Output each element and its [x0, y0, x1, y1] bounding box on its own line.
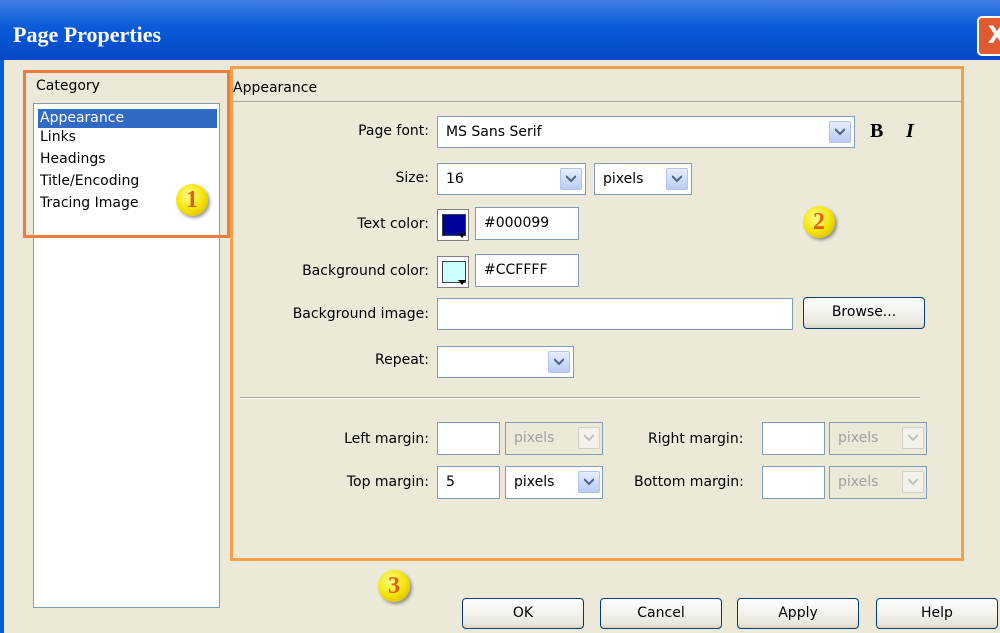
margins-separator	[240, 397, 920, 399]
chevron-down-icon	[908, 478, 918, 486]
chevron-down-icon	[584, 478, 594, 486]
background-color-input[interactable]: #CCFFFF	[475, 254, 579, 287]
page-font-dropdown-button[interactable]	[829, 121, 851, 143]
text-color-label: Text color:	[357, 216, 429, 232]
callout-badge-2: 2	[803, 206, 835, 238]
chevron-down-icon	[554, 358, 564, 366]
swatch-arrow-icon	[458, 233, 466, 238]
page-font-select[interactable]: MS Sans Serif	[437, 116, 855, 148]
background-image-input[interactable]	[437, 298, 793, 330]
close-button[interactable]: X	[977, 16, 1000, 56]
text-color-input[interactable]: #000099	[475, 207, 579, 240]
top-margin-label: Top margin:	[346, 474, 429, 490]
background-color-swatch[interactable]	[437, 256, 469, 288]
left-margin-label: Left margin:	[344, 431, 429, 447]
callout-badge-1: 1	[176, 184, 208, 216]
left-margin-unit-dropdown-button	[578, 427, 600, 449]
size-unit-dropdown-button[interactable]	[666, 168, 688, 190]
bottom-margin-input[interactable]	[762, 466, 825, 499]
chevron-down-icon	[908, 434, 918, 442]
heading-divider	[233, 101, 961, 102]
chevron-down-icon	[672, 175, 682, 183]
repeat-label: Repeat:	[375, 352, 429, 368]
repeat-dropdown-button[interactable]	[548, 351, 570, 373]
bold-button[interactable]: B	[870, 120, 883, 143]
apply-button[interactable]: Apply	[737, 598, 859, 629]
background-image-label: Background image:	[292, 306, 429, 322]
title-bar: Page Properties X	[0, 0, 1000, 60]
background-color-label: Background color:	[302, 263, 429, 279]
bottom-margin-label: Bottom margin:	[634, 474, 744, 490]
swatch-arrow-icon	[458, 280, 466, 285]
close-icon: X	[987, 21, 1000, 49]
right-margin-unit-dropdown-button	[902, 427, 924, 449]
ok-button[interactable]: OK	[462, 598, 584, 629]
top-margin-unit-dropdown-button[interactable]	[578, 471, 600, 493]
chevron-down-icon	[835, 128, 845, 136]
italic-button[interactable]: I	[906, 120, 914, 143]
window-title: Page Properties	[13, 22, 162, 47]
help-button[interactable]: Help	[876, 598, 998, 629]
size-label: Size:	[395, 170, 429, 186]
page-font-label: Page font:	[358, 123, 429, 139]
panel-heading: Appearance	[233, 80, 318, 96]
browse-button[interactable]: Browse...	[803, 297, 925, 329]
chevron-down-icon	[584, 434, 594, 442]
right-margin-input[interactable]	[762, 422, 825, 455]
left-margin-input[interactable]	[437, 422, 500, 455]
bottom-margin-unit-dropdown-button	[902, 471, 924, 493]
top-margin-input[interactable]: 5	[437, 466, 500, 499]
right-margin-label: Right margin:	[648, 431, 744, 447]
size-dropdown-button[interactable]	[560, 168, 582, 190]
chevron-down-icon	[566, 175, 576, 183]
text-color-swatch[interactable]	[437, 209, 469, 241]
cancel-button[interactable]: Cancel	[600, 598, 722, 629]
callout-badge-3: 3	[378, 570, 410, 602]
